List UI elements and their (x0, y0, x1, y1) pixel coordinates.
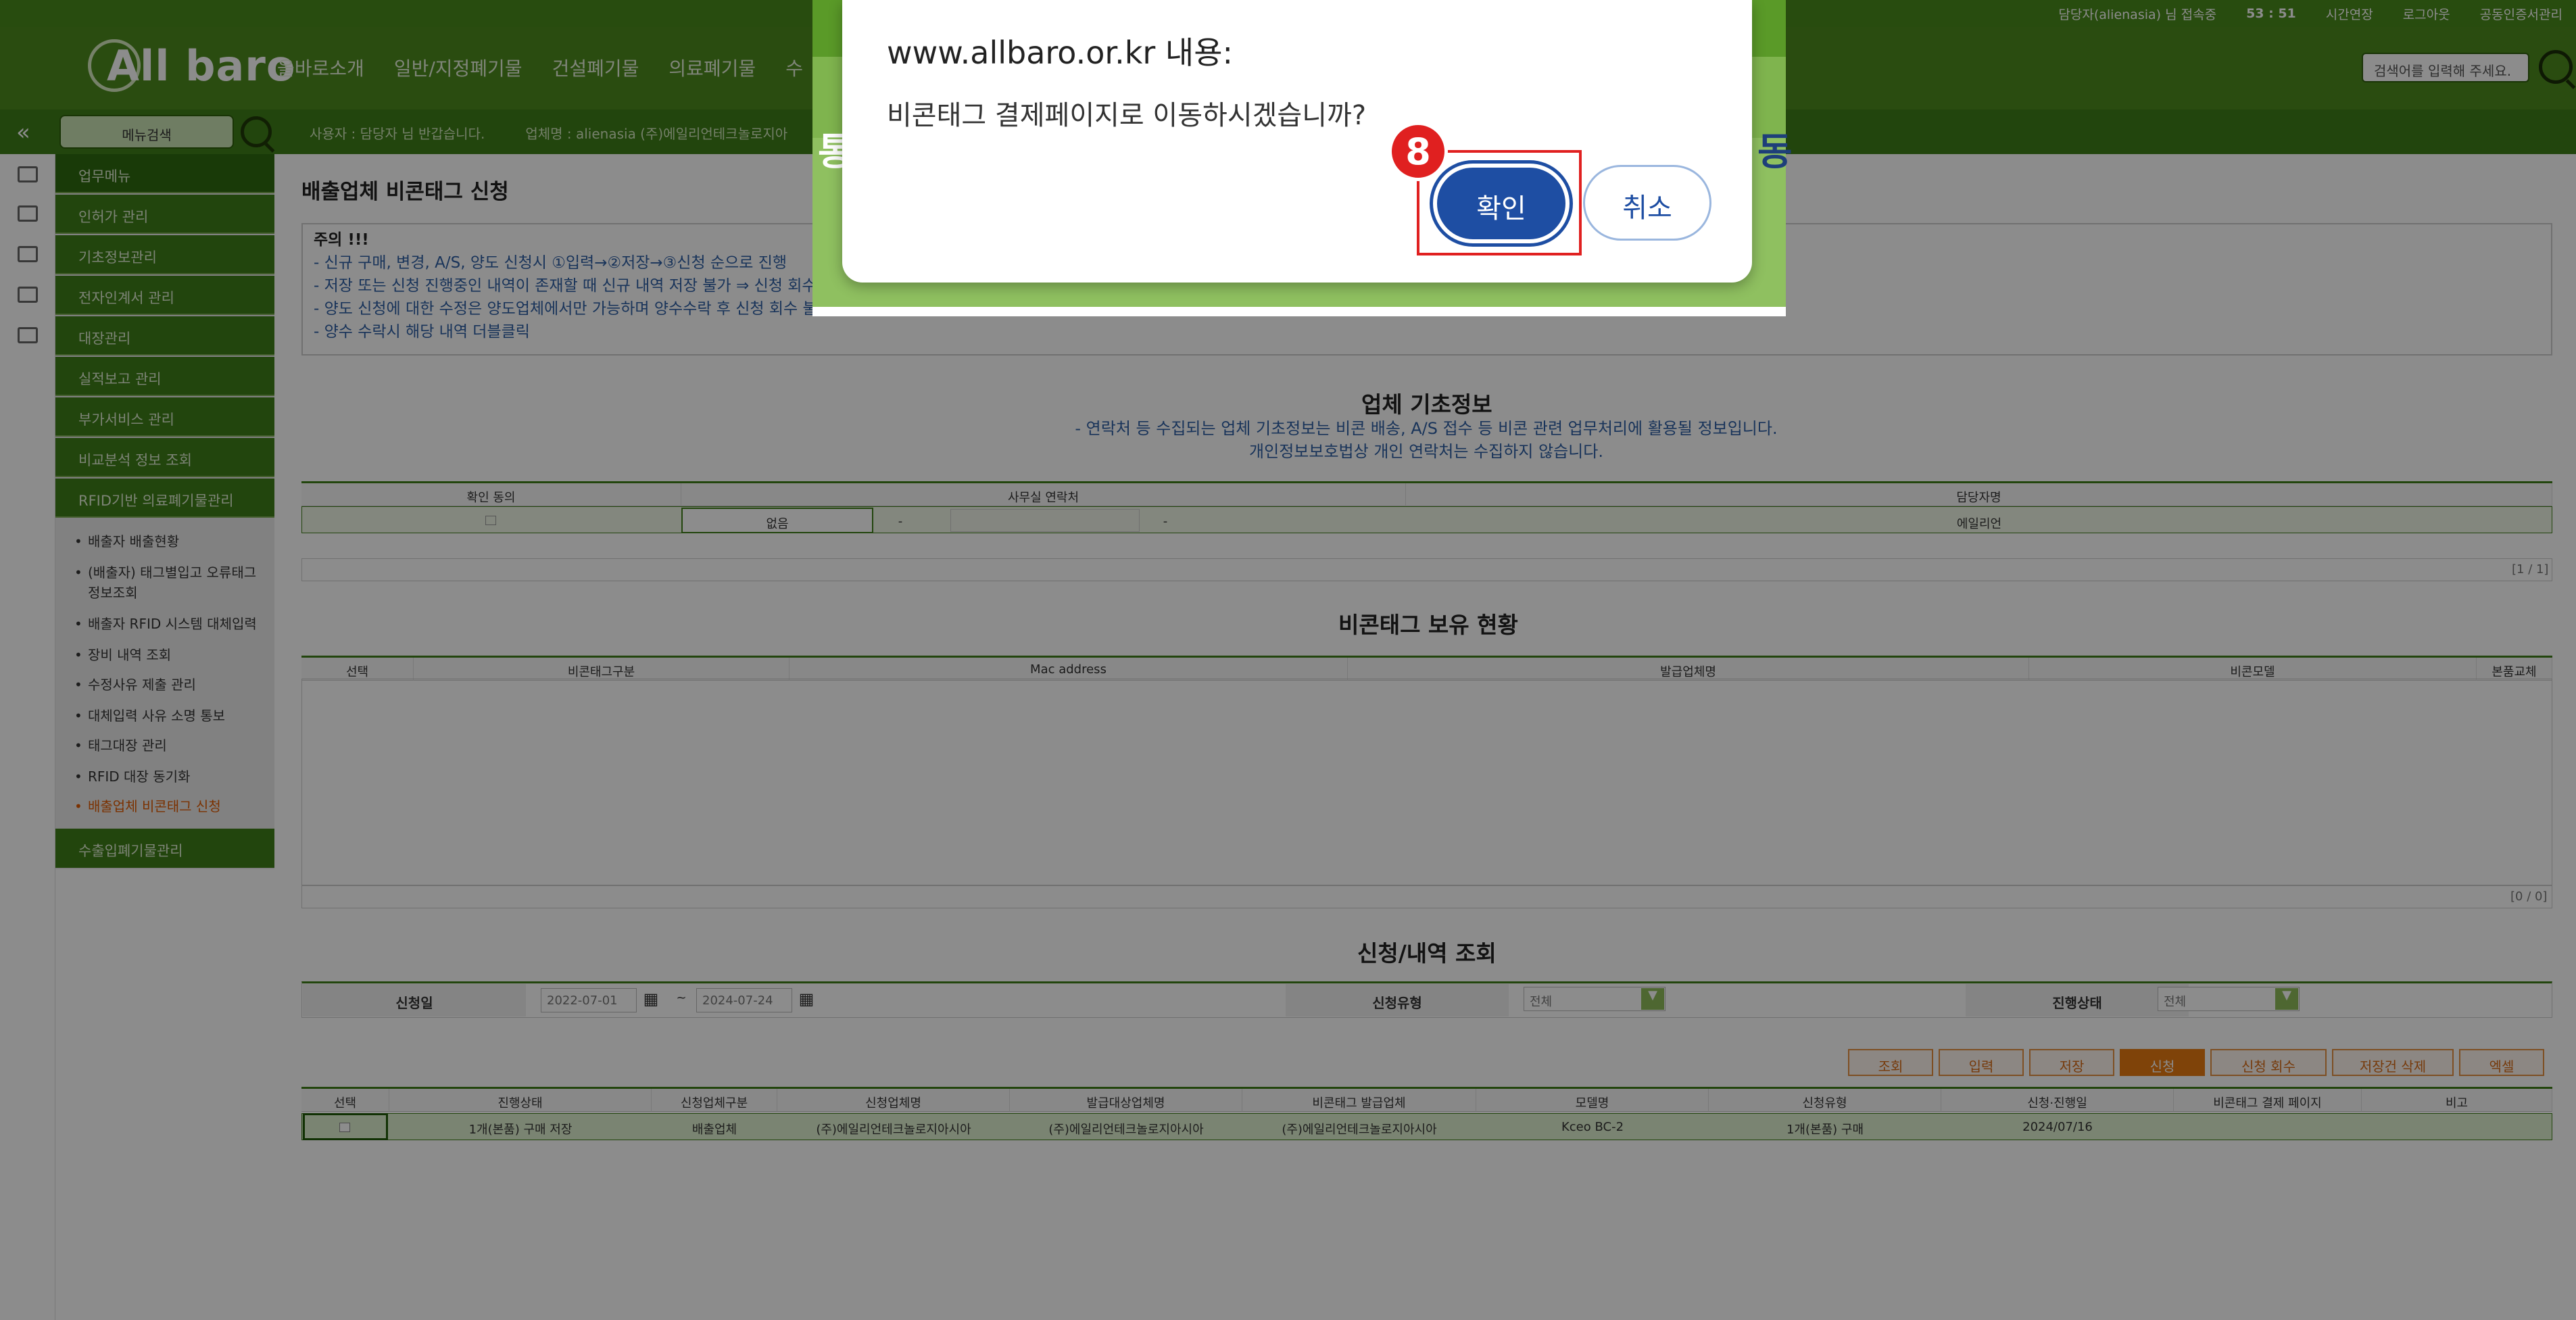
confirm-dialog: www.allbaro.or.kr 내용: 비콘태그 결제페이지로 이동하시겠습… (842, 0, 1752, 283)
step-badge: 8 (1388, 122, 1448, 181)
background-banner-text: 동 (1757, 130, 1793, 174)
dialog-title: www.allbaro.or.kr 내용: (887, 34, 1234, 71)
dialog-message: 비콘태그 결제페이지로 이동하시겠습니까? (887, 100, 1367, 131)
confirm-cancel-button[interactable]: 취소 (1583, 165, 1711, 241)
